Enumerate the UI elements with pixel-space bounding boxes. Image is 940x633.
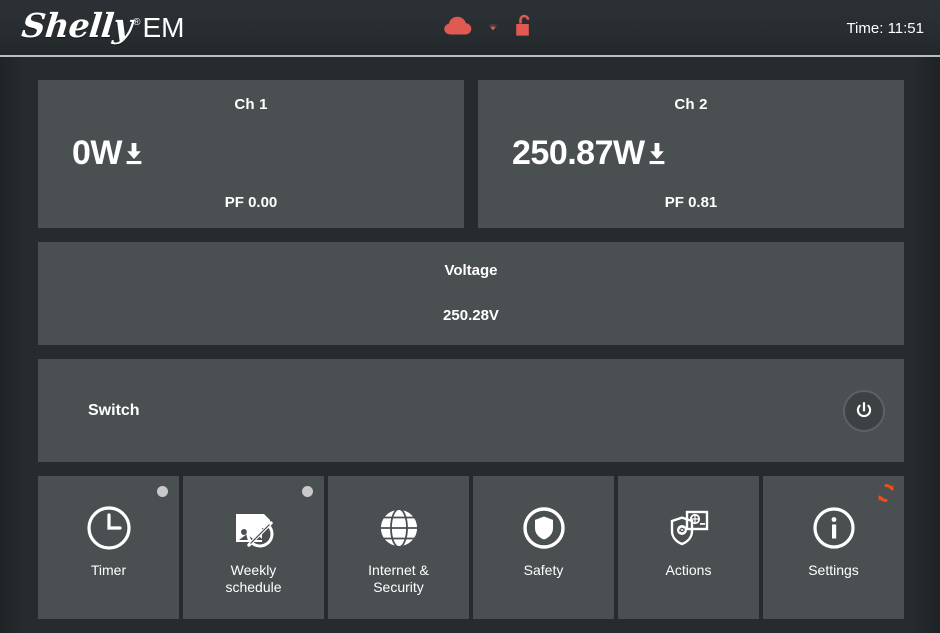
tile-actions[interactable]: Actions — [618, 476, 759, 619]
channel-title: Ch 2 — [478, 80, 904, 113]
tile-label: Settings — [804, 562, 863, 579]
left-edge-shade — [0, 57, 26, 633]
channel-card-ch2: Ch 2 250.87W PF 0.81 — [478, 80, 904, 228]
logo-script-text: Shelly — [20, 6, 134, 45]
tile-settings[interactable]: Settings — [763, 476, 904, 619]
actions-icon — [665, 504, 713, 552]
registered-trademark-icon: ® — [133, 17, 140, 28]
channel-power-factor: PF 0.81 — [478, 194, 904, 211]
shelly-logo: Shelly ® EM — [22, 6, 184, 45]
cloud-icon[interactable] — [444, 16, 472, 41]
power-icon — [854, 401, 874, 421]
info-circle-icon — [810, 504, 858, 552]
channel-card-ch1: Ch 1 0W PF 0.00 — [38, 80, 464, 228]
clock-icon — [85, 504, 133, 552]
tile-label: Timer — [87, 562, 130, 579]
globe-icon — [375, 504, 423, 552]
power-toggle-button[interactable] — [843, 390, 885, 432]
firmware-update-icon[interactable] — [876, 483, 896, 503]
tile-internet-security[interactable]: Internet &Security — [328, 476, 469, 619]
voltage-label: Voltage — [38, 242, 904, 279]
channel-power-value: 0W — [72, 134, 122, 173]
voltage-card: Voltage 250.28V — [38, 242, 904, 345]
tile-label: Actions — [662, 562, 716, 579]
timer-status-dot — [157, 486, 168, 497]
switch-label: Switch — [88, 402, 140, 420]
channel-power-factor: PF 0.00 — [38, 194, 464, 211]
download-arrow-icon — [647, 142, 667, 166]
channel-power-value: 250.87W — [512, 134, 645, 173]
wifi-icon[interactable] — [486, 19, 500, 38]
clock-label: Time: 11:51 — [846, 0, 924, 57]
weekly-schedule-status-dot — [302, 486, 313, 497]
logo-model-text: EM — [142, 12, 184, 44]
content-column: Ch 1 0W PF 0.00 Ch 2 250.87W — [38, 80, 904, 619]
tile-timer[interactable]: Timer — [38, 476, 179, 619]
channel-title: Ch 1 — [38, 80, 464, 113]
download-arrow-icon — [124, 142, 144, 166]
tile-safety[interactable]: Safety — [473, 476, 614, 619]
unlocked-padlock-icon[interactable] — [514, 13, 534, 44]
channel-power-reading: 250.87W — [512, 134, 667, 173]
header-status-icons — [444, 12, 534, 44]
page-body: Ch 1 0W PF 0.00 Ch 2 250.87W — [0, 57, 940, 633]
right-edge-shade — [914, 57, 940, 633]
shield-circle-icon — [520, 504, 568, 552]
switch-card: Switch — [38, 359, 904, 462]
voltage-value: 250.28V — [38, 279, 904, 324]
feature-tiles-row: Timer Weeklysched — [38, 476, 904, 619]
tile-label: Safety — [520, 562, 568, 579]
tile-weekly-schedule[interactable]: Weeklyschedule — [183, 476, 324, 619]
schedule-icon — [230, 504, 278, 552]
channels-row: Ch 1 0W PF 0.00 Ch 2 250.87W — [38, 80, 904, 228]
channel-power-reading: 0W — [72, 134, 144, 173]
app-header: Shelly ® EM Time: 11:51 — [0, 0, 940, 57]
tile-label: Internet &Security — [364, 562, 433, 596]
tile-label: Weeklyschedule — [221, 562, 285, 596]
